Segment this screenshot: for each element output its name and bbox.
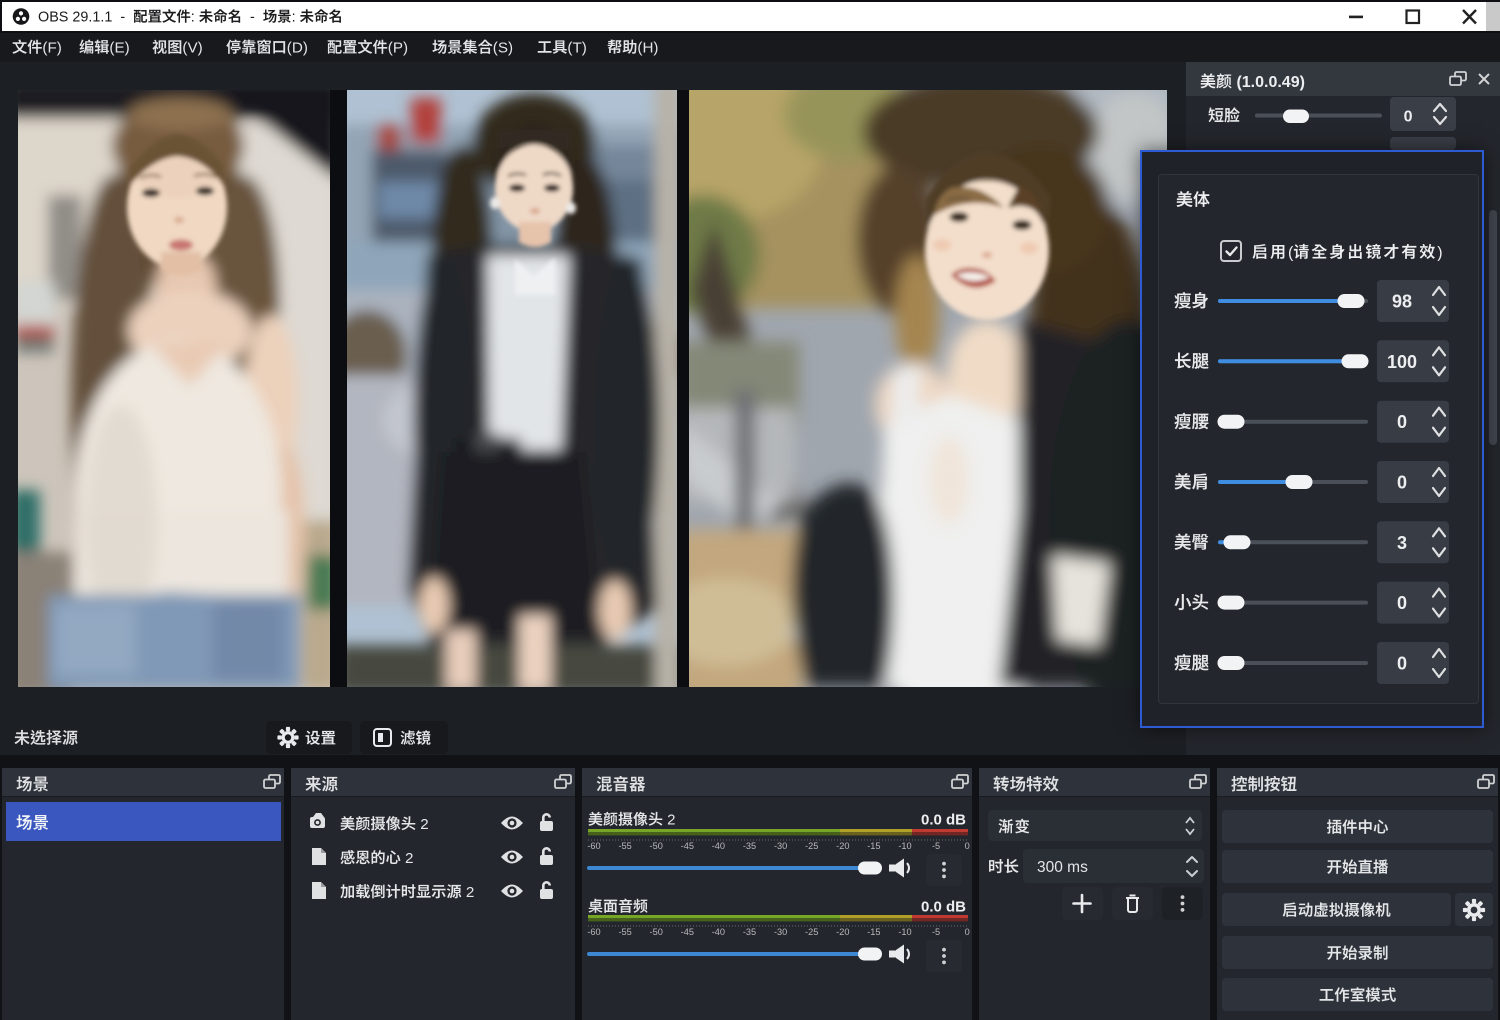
svg-text:(D): (D) (287, 40, 308, 57)
svg-text:2: 2 (663, 812, 676, 829)
svg-text:0: 0 (1397, 593, 1407, 613)
svg-text:(T): (T) (567, 40, 586, 57)
svg-text:2: 2 (462, 884, 475, 901)
svg-text:-50: -50 (650, 841, 663, 851)
svg-text:98: 98 (1392, 292, 1412, 312)
svg-text:-60: -60 (587, 927, 600, 937)
svg-text:-35: -35 (743, 841, 756, 851)
svg-text:-5: -5 (932, 841, 940, 851)
svg-text:0: 0 (1397, 412, 1407, 432)
svg-text:-55: -55 (618, 927, 631, 937)
svg-text:-45: -45 (681, 841, 694, 851)
svg-text:(P): (P) (388, 40, 408, 57)
svg-text:-50: -50 (650, 927, 663, 937)
svg-text:2: 2 (416, 816, 429, 833)
svg-text:-15: -15 (867, 841, 880, 851)
svg-text:300 ms: 300 ms (1037, 859, 1088, 876)
svg-text:(1.0.0.49): (1.0.0.49) (1232, 74, 1305, 91)
svg-text:100: 100 (1387, 352, 1417, 372)
svg-text:-45: -45 (681, 927, 694, 937)
svg-text:-5: -5 (932, 927, 940, 937)
svg-text:0.0 dB: 0.0 dB (921, 899, 966, 916)
svg-text::: : (292, 10, 300, 26)
svg-text:-10: -10 (898, 927, 911, 937)
svg-text:-40: -40 (712, 927, 725, 937)
svg-text:-30: -30 (774, 927, 787, 937)
svg-text:0: 0 (1404, 109, 1413, 126)
svg-text:3: 3 (1397, 533, 1407, 553)
svg-text:(V): (V) (182, 40, 202, 57)
svg-text::: : (191, 10, 199, 26)
svg-text:-35: -35 (743, 927, 756, 937)
svg-text:-30: -30 (774, 841, 787, 851)
svg-text:-20: -20 (836, 841, 849, 851)
svg-text:-20: -20 (836, 927, 849, 937)
svg-text:0: 0 (965, 841, 970, 851)
svg-text:-10: -10 (898, 841, 911, 851)
svg-text:(F): (F) (42, 40, 61, 57)
svg-text:-25: -25 (805, 841, 818, 851)
svg-text:-60: -60 (587, 841, 600, 851)
svg-text:0: 0 (1397, 654, 1407, 674)
svg-text:-40: -40 (712, 841, 725, 851)
svg-text:): ) (1437, 245, 1442, 262)
svg-text:0: 0 (965, 927, 970, 937)
svg-text:-25: -25 (805, 927, 818, 937)
svg-text:0.0 dB: 0.0 dB (921, 812, 966, 829)
svg-text:(S): (S) (493, 40, 513, 57)
svg-text:-55: -55 (618, 841, 631, 851)
svg-text:-: - (242, 10, 263, 26)
svg-text:(H): (H) (637, 40, 658, 57)
svg-text:(: ( (1288, 245, 1294, 262)
svg-text:-15: -15 (867, 927, 880, 937)
svg-text:0: 0 (1397, 473, 1407, 493)
svg-text:2: 2 (401, 850, 414, 867)
svg-text:OBS 29.1.1 -: OBS 29.1.1 - (38, 10, 133, 26)
svg-text:(E): (E) (109, 40, 129, 57)
